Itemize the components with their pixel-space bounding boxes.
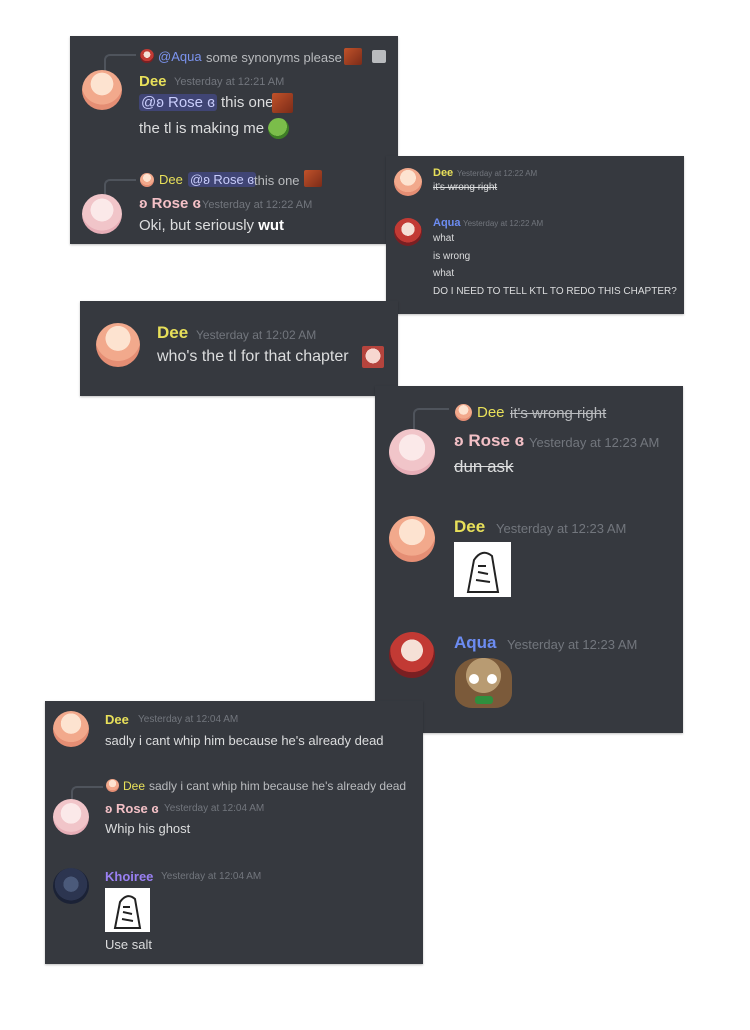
emoji [272,93,293,113]
emoji [344,48,362,65]
message-text: Oki, but seriously wut [139,217,284,234]
meme-sticker [454,542,511,597]
timestamp: Yesterday at 12:04 AM [138,714,239,725]
avatar[interactable] [96,323,140,367]
reply-mention[interactable]: @Aqua [158,49,202,64]
reply-preview[interactable]: sadly i cant whip him because he's alrea… [149,779,406,793]
username[interactable]: Dee [139,73,167,90]
avatar[interactable] [82,70,122,110]
reply-avatar [140,173,154,187]
username[interactable]: Dee [157,323,188,343]
username[interactable]: ʚ Rose ɞ [105,801,159,816]
username[interactable]: Aqua [433,217,461,229]
chat-panel-3: Dee Yesterday at 12:02 AM who's the tl f… [80,301,398,396]
timestamp: Yesterday at 12:21 AM [174,76,285,88]
message-text: Use salt [105,937,152,952]
username[interactable]: Dee [454,517,485,537]
meme-sticker [105,888,150,932]
reply-mention[interactable]: @ʚ Rose ɞ [188,172,256,187]
meme-face-icon [466,551,500,593]
eye-left-icon [469,674,479,684]
timestamp: Yesterday at 12:02 AM [196,328,317,342]
message-line: DO I NEED TO TELL KTL TO REDO THIS CHAPT… [433,286,677,297]
pepe-emoji [268,118,289,139]
timestamp: Yesterday at 12:04 AM [164,803,265,814]
avatar[interactable] [394,218,422,246]
message-text: it's wrong right [433,182,498,193]
username[interactable]: Khoiree [105,869,153,884]
chat-panel-1: @Aqua some synonyms please Dee Yesterday… [70,36,398,244]
emoji [362,346,384,368]
bowtie-icon [475,696,493,704]
bold-text: wut [258,217,285,234]
timestamp: Yesterday at 12:22 AM [457,169,538,178]
avatar[interactable] [389,429,435,475]
avatar[interactable] [53,868,89,904]
message-content: this one [220,94,274,111]
timestamp: Yesterday at 12:23 AM [507,637,638,652]
message-line: is wrong [433,251,471,262]
chat-panel-4: Dee it's wrong right ʚ Rose ɞ Yesterday … [375,386,683,733]
chat-panel-5: Dee Yesterday at 12:04 AM sadly i cant w… [45,701,423,964]
chat-panel-2: Dee Yesterday at 12:22 AM it's wrong rig… [386,156,684,314]
avatar[interactable] [53,711,89,747]
message-text: sadly i cant whip him because he's alrea… [105,733,384,748]
avatar[interactable] [53,799,89,835]
reply-username[interactable]: Dee [477,404,505,421]
reply-avatar [140,49,154,63]
reply-preview[interactable]: it's wrong right [510,405,606,422]
message-content: Oki, but seriously [139,217,255,234]
username[interactable]: ʚ Rose ɞ [139,195,201,212]
message-text: who's the tl for that chapter [157,348,349,365]
timestamp: Yesterday at 12:04 AM [161,871,262,882]
reply-username[interactable]: Dee [123,779,145,793]
emoji [304,170,322,187]
timestamp: Yesterday at 12:23 AM [529,435,660,450]
reply-avatar [455,404,472,421]
message-text: the tl is making me [139,120,265,137]
message-line: what [433,233,455,244]
username[interactable]: Dee [433,167,453,179]
message-text: Whip his ghost [105,821,191,836]
reply-connector [413,408,449,432]
reply-username[interactable]: Dee [159,172,183,187]
rowlet-sticker [455,658,512,708]
username[interactable]: ʚ Rose ɞ [454,431,524,451]
avatar[interactable] [82,194,122,234]
timestamp: Yesterday at 12:22 AM [202,199,313,211]
message-text: @ʚ Rose ɞ this one [139,94,274,111]
reply-preview[interactable]: this one [254,173,300,188]
timestamp: Yesterday at 12:22 AM [463,219,544,228]
message-line: what [433,268,455,279]
avatar[interactable] [389,632,435,678]
username[interactable]: Aqua [454,633,497,653]
username[interactable]: Dee [105,712,129,727]
message-text: dun ask [454,457,514,476]
avatar[interactable] [389,516,435,562]
timestamp: Yesterday at 12:23 AM [496,521,627,536]
avatar[interactable] [394,168,422,196]
reply-avatar [106,779,119,792]
reply-preview[interactable]: some synonyms please [206,50,342,65]
image-icon [372,50,386,63]
meme-face-icon [113,895,142,929]
eye-right-icon [487,674,497,684]
mention[interactable]: @ʚ Rose ɞ [139,94,217,111]
